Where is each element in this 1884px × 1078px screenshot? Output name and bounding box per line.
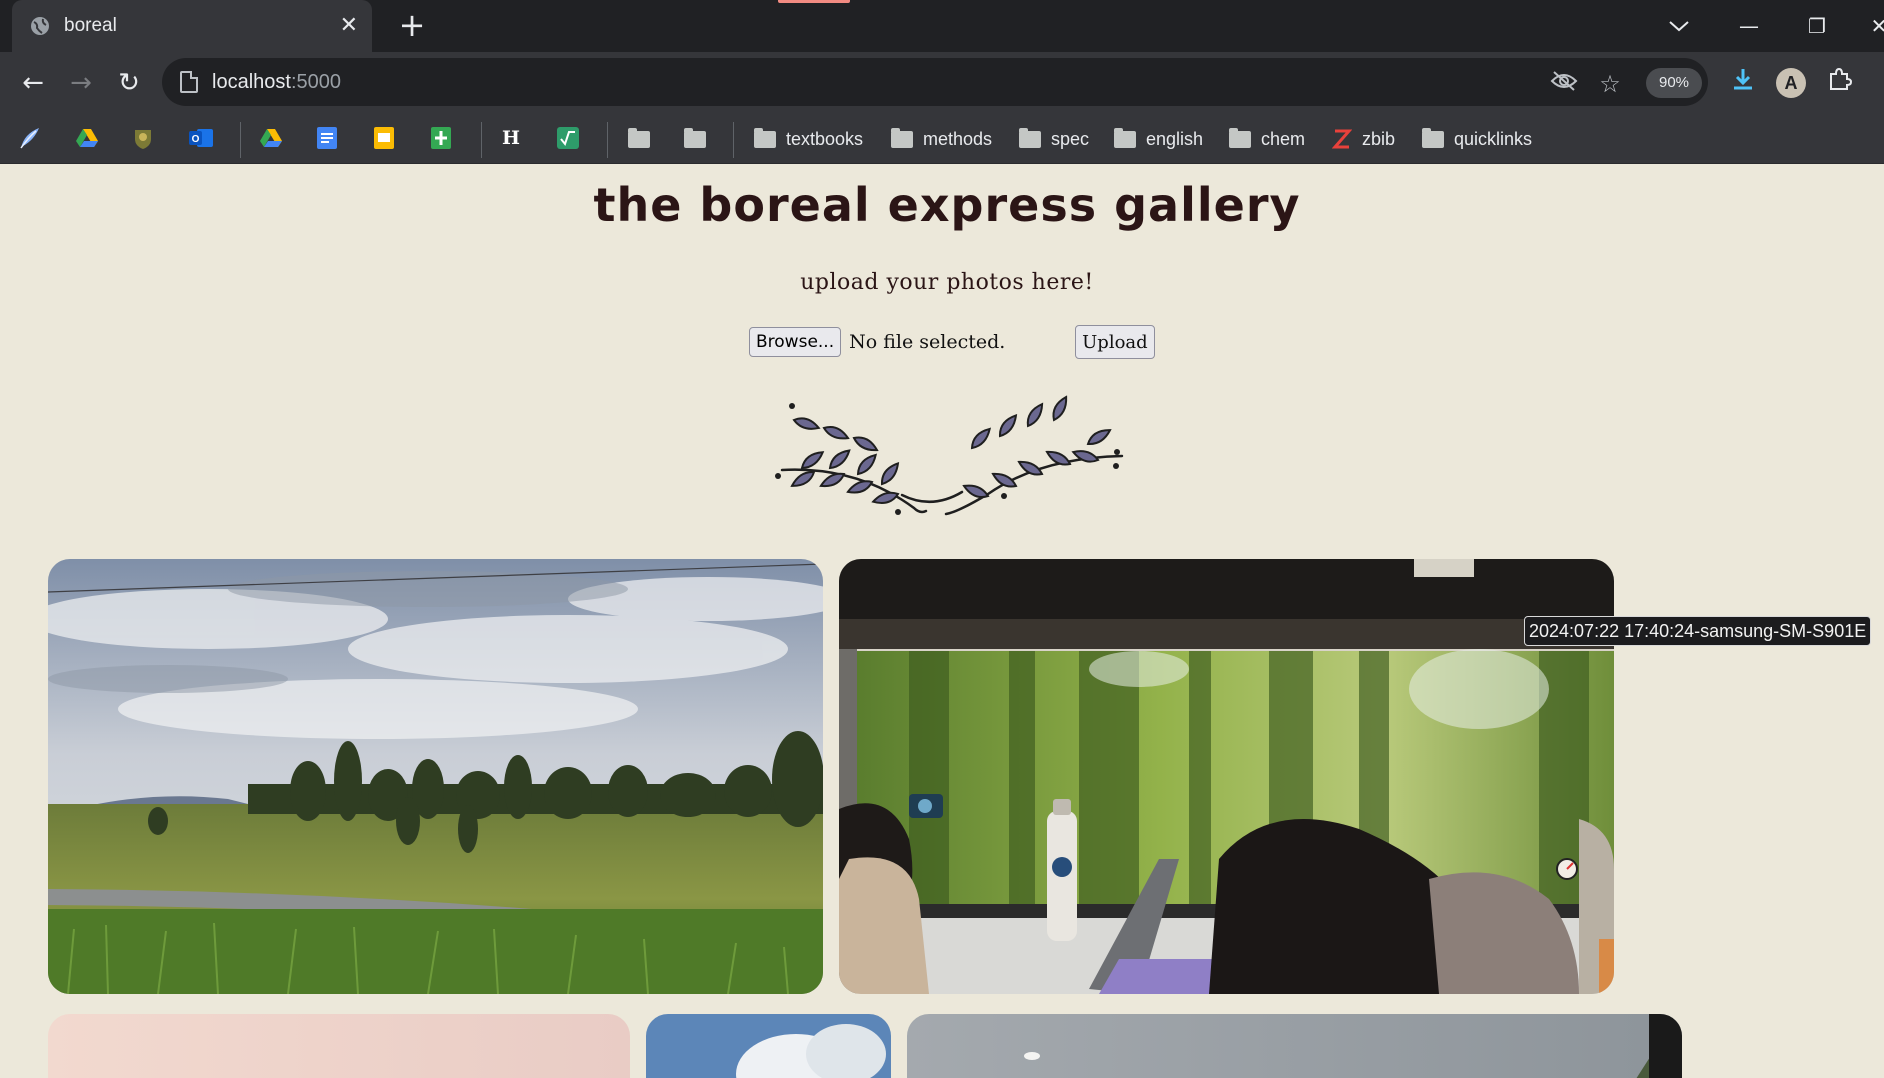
eye-slash-icon[interactable]	[1550, 70, 1578, 98]
bookmark-zbib[interactable]: zbib	[1332, 124, 1395, 154]
reload-icon[interactable]: ↻	[114, 68, 144, 98]
upload-button[interactable]: Upload	[1075, 325, 1155, 359]
folder-icon	[754, 127, 776, 148]
bookmark-folder-quicklinks[interactable]: quicklinks	[1422, 124, 1532, 154]
forward-arrow-icon[interactable]: →	[66, 68, 96, 98]
crest-bookmark-icon[interactable]	[131, 126, 155, 150]
bookmark-label: chem	[1261, 128, 1306, 149]
google-drive-icon-2[interactable]	[259, 126, 283, 150]
restore-icon[interactable]: ❐	[1802, 12, 1832, 40]
gallery-photo-sunset[interactable]	[48, 1014, 630, 1078]
tab-indicator	[778, 0, 850, 3]
photo-metadata-tooltip: 2024:07:22 17:40:24-samsung-SM-S901E	[1524, 616, 1872, 646]
bookmark-label: spec	[1051, 128, 1090, 149]
tab-title: boreal	[64, 15, 117, 36]
laurel-branches-decoration	[775, 393, 1124, 516]
file-status: No file selected.	[849, 331, 1006, 353]
bookmark-folder-spec[interactable]: spec	[1019, 124, 1089, 154]
download-icon[interactable]	[1726, 66, 1760, 100]
google-sheets-icon[interactable]	[429, 126, 453, 150]
page-info-icon[interactable]	[180, 71, 198, 93]
bookmark-folder-textbooks[interactable]: textbooks	[754, 124, 863, 154]
page-title: the boreal express gallery	[593, 178, 1301, 232]
google-drive-icon[interactable]	[75, 126, 99, 150]
google-slides-icon[interactable]	[372, 126, 396, 150]
new-tab-button[interactable]: +	[396, 9, 428, 42]
h-bookmark-icon[interactable]: H	[499, 126, 523, 150]
svg-text:O: O	[192, 134, 200, 145]
feather-bookmark-icon[interactable]	[18, 126, 42, 150]
folder-icon	[1422, 127, 1444, 148]
globe-icon	[31, 17, 49, 35]
bookmark-label: methods	[923, 128, 993, 149]
google-docs-icon[interactable]	[315, 126, 339, 150]
bookmark-folder-chem[interactable]: chem	[1229, 124, 1305, 154]
bookmark-folder-unnamed-2[interactable]	[684, 124, 716, 154]
bookmark-label: english	[1146, 128, 1204, 149]
bookmark-folder-english[interactable]: english	[1114, 124, 1203, 154]
folder-icon	[684, 127, 706, 148]
url-port: :5000	[290, 70, 341, 93]
minimize-icon[interactable]: —	[1734, 12, 1764, 40]
zoom-indicator[interactable]: 90%	[1646, 68, 1702, 98]
folder-icon	[1114, 127, 1136, 148]
active-tab[interactable]: boreal ✕	[12, 0, 372, 52]
bookmark-label: textbooks	[786, 128, 864, 149]
page-content: the boreal express gallery upload your p…	[0, 164, 1884, 1078]
gallery-photo-lake[interactable]	[907, 1014, 1682, 1078]
zbib-icon	[1332, 129, 1352, 149]
folder-icon	[891, 127, 913, 148]
gallery-photo-field[interactable]	[48, 559, 823, 994]
browse-button[interactable]: Browse...	[749, 327, 842, 357]
extensions-puzzle-icon[interactable]	[1822, 66, 1856, 100]
bookmark-folder-unnamed-1[interactable]	[628, 124, 660, 154]
upload-prompt: upload your photos here!	[800, 270, 1094, 295]
bookmarks-bar: O H textbooks methods spec english chem …	[0, 114, 1884, 164]
bookmark-label: quicklinks	[1454, 128, 1533, 149]
sqrt-bookmark-icon[interactable]	[556, 126, 580, 150]
profile-avatar[interactable]: A	[1776, 68, 1806, 98]
folder-icon	[1019, 127, 1041, 148]
outlook-icon[interactable]: O	[188, 126, 213, 150]
tab-search-chevron-icon[interactable]	[1664, 12, 1694, 40]
browser-toolbar: ← → ↻ localhost:5000 ☆ 90% A	[0, 52, 1884, 114]
tab-strip: boreal ✕ + — ❐ ✕	[0, 0, 1884, 52]
bookmark-label: zbib	[1362, 128, 1396, 149]
close-window-icon[interactable]: ✕	[1864, 12, 1884, 40]
bookmark-star-icon[interactable]: ☆	[1596, 70, 1624, 98]
close-tab-icon[interactable]: ✕	[340, 15, 358, 37]
address-bar[interactable]: localhost:5000 ☆ 90%	[162, 58, 1708, 106]
folder-icon	[1229, 127, 1251, 148]
gallery-photo-train-window[interactable]	[839, 559, 1614, 994]
url-host: localhost	[212, 70, 291, 93]
gallery-photo-clouds[interactable]	[646, 1014, 891, 1078]
back-arrow-icon[interactable]: ←	[18, 68, 48, 98]
bookmark-folder-methods[interactable]: methods	[891, 124, 992, 154]
upload-form: Browse... No file selected. Upload	[749, 325, 1155, 359]
folder-icon	[628, 127, 650, 148]
